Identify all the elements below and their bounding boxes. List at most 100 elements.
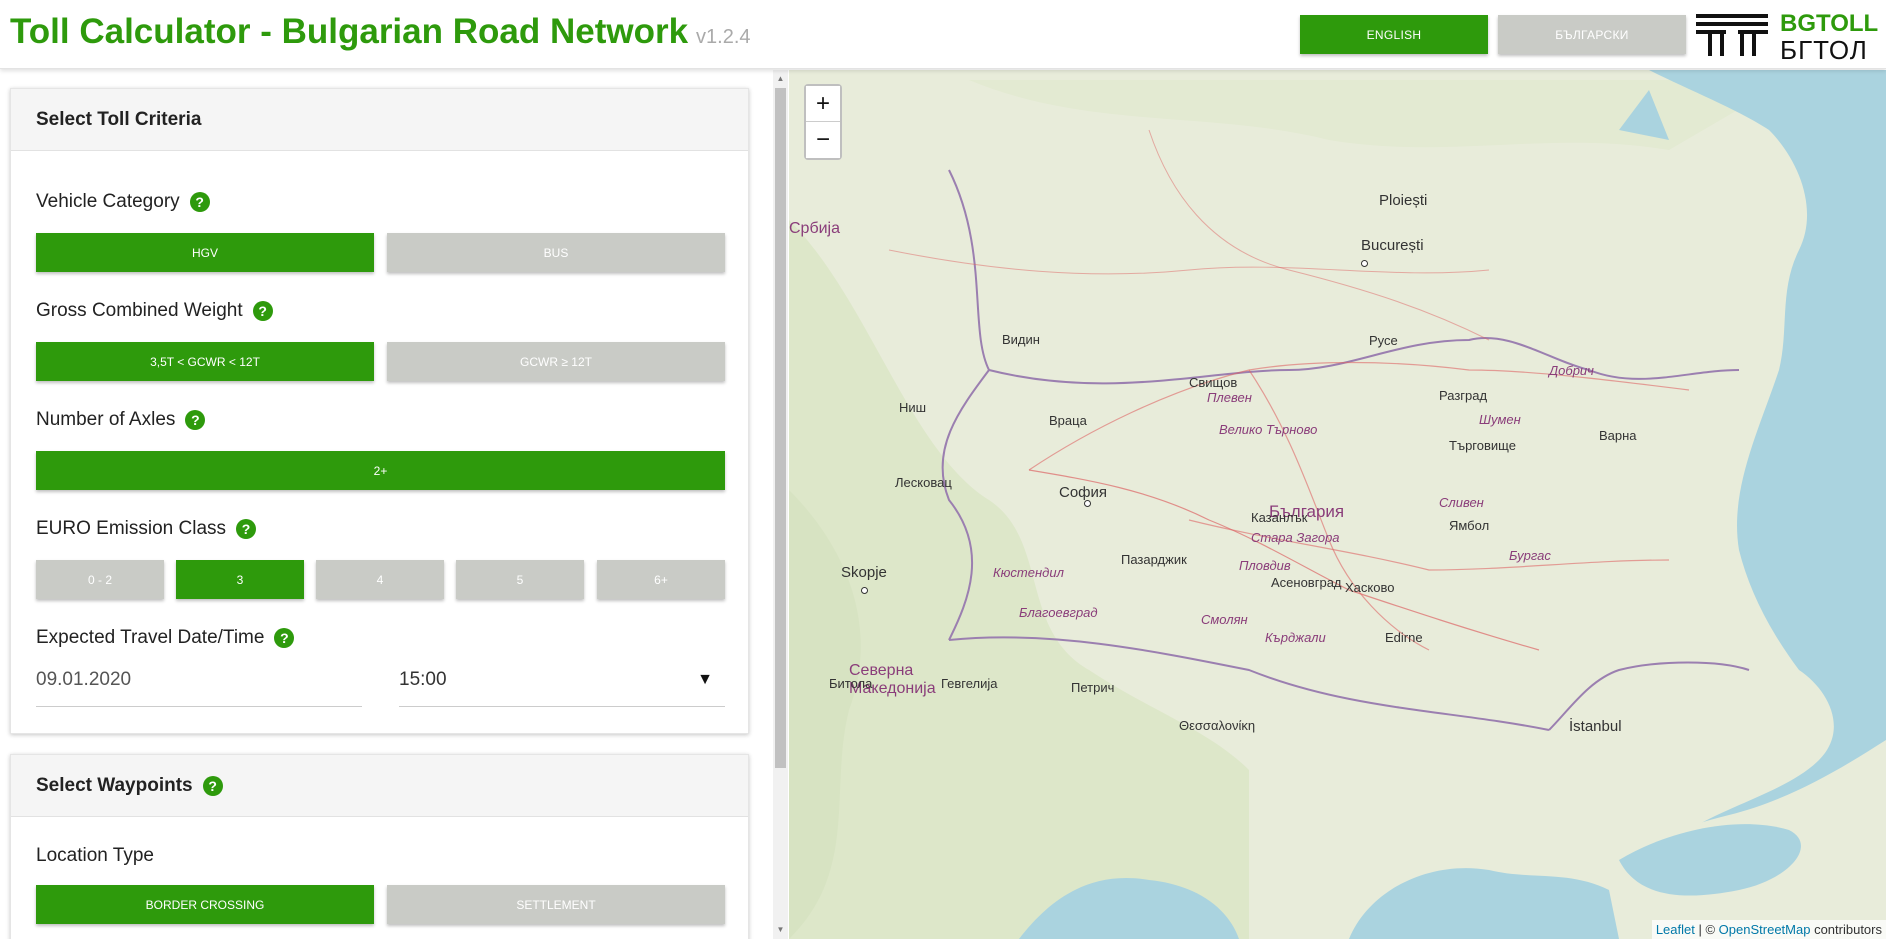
map-city-label: Лесковац [895, 475, 952, 490]
map-city-label: Асеновград [1271, 575, 1342, 590]
map-city-label: Разград [1439, 388, 1488, 403]
map-city-label: Edirne [1385, 630, 1423, 645]
location-border-crossing-button[interactable]: BORDER CROSSING [36, 885, 374, 924]
map-city-label: İstanbul [1569, 718, 1622, 735]
map-country-label: Србија [789, 220, 841, 237]
axles-label-text: Number of Axles [36, 409, 176, 430]
euro-6plus-button[interactable]: 6+ [597, 560, 725, 599]
help-icon[interactable]: ? [274, 627, 295, 648]
vehicle-category-label: Vehicle Category? [36, 191, 210, 213]
map-city-label: Стара Загора [1251, 530, 1340, 545]
euro-3-button[interactable]: 3 [176, 560, 304, 599]
map-city-label: Пазарджик [1121, 552, 1187, 567]
map-city-label: Skopje [841, 564, 887, 581]
map-city-label: Петрич [1071, 680, 1115, 695]
map-city-label: Ниш [899, 400, 927, 415]
help-icon[interactable]: ? [236, 518, 257, 539]
bgtoll-logo: BGTOLL БГТОЛ [1692, 10, 1886, 66]
map-city-label: Пловдив [1239, 558, 1291, 573]
euro-4-button[interactable]: 4 [316, 560, 444, 599]
attribution-separator: | © [1694, 922, 1716, 937]
map-city-label: Шумен [1479, 412, 1521, 427]
axles-label: Number of Axles? [36, 409, 206, 431]
map-view[interactable]: + − България Србија Северна Македонија С… [789, 70, 1886, 939]
help-icon[interactable]: ? [252, 300, 273, 321]
logo-cyrillic-text: БГТОЛ [1780, 35, 1868, 65]
app-title-text: Toll Calculator - Bulgarian Road Network [10, 12, 689, 51]
scroll-up-arrow-icon[interactable]: ▲ [773, 74, 788, 84]
map-city-label: Варна [1599, 428, 1637, 443]
help-icon[interactable]: ? [189, 191, 210, 212]
map-city-label: Бургас [1509, 548, 1551, 563]
vehicle-bus-button[interactable]: BUS [387, 233, 725, 272]
gross-weight-label: Gross Combined Weight? [36, 300, 273, 322]
map-city-marker [1084, 500, 1091, 507]
help-icon[interactable]: ? [185, 409, 206, 430]
toll-criteria-title: Select Toll Criteria [36, 108, 202, 130]
waypoints-header: Select Waypoints? [11, 755, 748, 817]
map-city-label: Ямбол [1449, 518, 1490, 533]
scroll-thumb[interactable] [775, 88, 786, 768]
map-city-label: Велико Търново [1219, 422, 1318, 437]
dropdown-arrow-icon: ▼ [697, 671, 713, 688]
bgtoll-logo-icon [1696, 14, 1768, 56]
gross-weight-label-text: Gross Combined Weight [36, 300, 243, 321]
travel-datetime-label: Expected Travel Date/Time? [36, 627, 295, 649]
location-type-label-text: Location Type [36, 845, 154, 866]
location-settlement-button[interactable]: SETTLEMENT [387, 885, 725, 924]
map-city-label: Сливен [1439, 495, 1484, 510]
travel-date-value: 09.01.2020 [36, 669, 132, 690]
map-city-label: Гевгелија [941, 676, 998, 691]
travel-date-input[interactable]: 09.01.2020 [36, 657, 362, 707]
left-panel: Select Toll Criteria Vehicle Category? H… [0, 70, 788, 939]
map-city-label: Търговище [1449, 438, 1516, 453]
left-panel-scrollbar[interactable]: ▲ ▼ [773, 70, 788, 939]
map-city-label: Добрич [1549, 363, 1594, 378]
waypoints-card: Select Waypoints? Location Type BORDER C… [10, 754, 749, 939]
travel-time-value: 15:00 [399, 669, 447, 690]
map-city-label: Хасково [1345, 580, 1395, 595]
map-city-label: София [1059, 484, 1108, 501]
euro-class-label-text: EURO Emission Class [36, 518, 227, 539]
app-version: v1.2.4 [696, 26, 751, 48]
language-bulgarian-button[interactable]: БЪЛГАРСКИ [1498, 15, 1686, 54]
toll-criteria-header: Select Toll Criteria [11, 89, 748, 151]
map-city-label: Благоевград [1019, 605, 1098, 620]
page-title: Toll Calculator - Bulgarian Road Network… [10, 12, 751, 52]
attribution-tail: contributors [1810, 922, 1882, 937]
weight-light-button[interactable]: 3,5T < GCWR < 12T [36, 342, 374, 381]
map-city-label: Свищов [1189, 375, 1238, 390]
waypoints-title: Select Waypoints [36, 774, 193, 796]
map-city-label: Плевен [1207, 390, 1252, 405]
axles-2plus-button[interactable]: 2+ [36, 451, 725, 490]
toll-criteria-card: Select Toll Criteria Vehicle Category? H… [10, 88, 749, 734]
euro-0-2-button[interactable]: 0 - 2 [36, 560, 164, 599]
map-city-label: Ploiești [1379, 192, 1428, 209]
logo-latin-text: BGTOLL [1780, 10, 1879, 37]
leaflet-link[interactable]: Leaflet [1656, 922, 1695, 937]
map-city-label: București [1361, 237, 1424, 254]
language-english-button[interactable]: ENGLISH [1300, 15, 1488, 54]
vehicle-category-label-text: Vehicle Category [36, 191, 180, 212]
map-city-label: Кюстендил [993, 565, 1064, 580]
scroll-down-arrow-icon[interactable]: ▼ [773, 925, 788, 935]
map-city-label: Враца [1049, 413, 1087, 428]
vehicle-hgv-button[interactable]: HGV [36, 233, 374, 272]
map-city-label: Смолян [1201, 612, 1248, 627]
location-type-label: Location Type [36, 845, 154, 867]
zoom-out-button[interactable]: − [806, 122, 840, 158]
euro-5-button[interactable]: 5 [456, 560, 584, 599]
travel-time-select[interactable]: 15:00 ▼ [399, 657, 725, 707]
euro-class-label: EURO Emission Class? [36, 518, 257, 540]
zoom-in-button[interactable]: + [806, 86, 840, 122]
map-city-label: Битола [829, 676, 873, 691]
map-city-label: Казанлък [1251, 510, 1308, 525]
map-city-marker [861, 587, 868, 594]
map-city-label: Кърджали [1265, 630, 1326, 645]
top-bar: Toll Calculator - Bulgarian Road Network… [0, 0, 1886, 69]
help-icon[interactable]: ? [202, 775, 223, 796]
openstreetmap-link[interactable]: OpenStreetMap [1719, 922, 1811, 937]
map-city-label: Θεσσαλονίκη [1179, 718, 1256, 733]
map-city-label: Русе [1369, 333, 1398, 348]
weight-heavy-button[interactable]: GCWR ≥ 12T [387, 342, 725, 381]
